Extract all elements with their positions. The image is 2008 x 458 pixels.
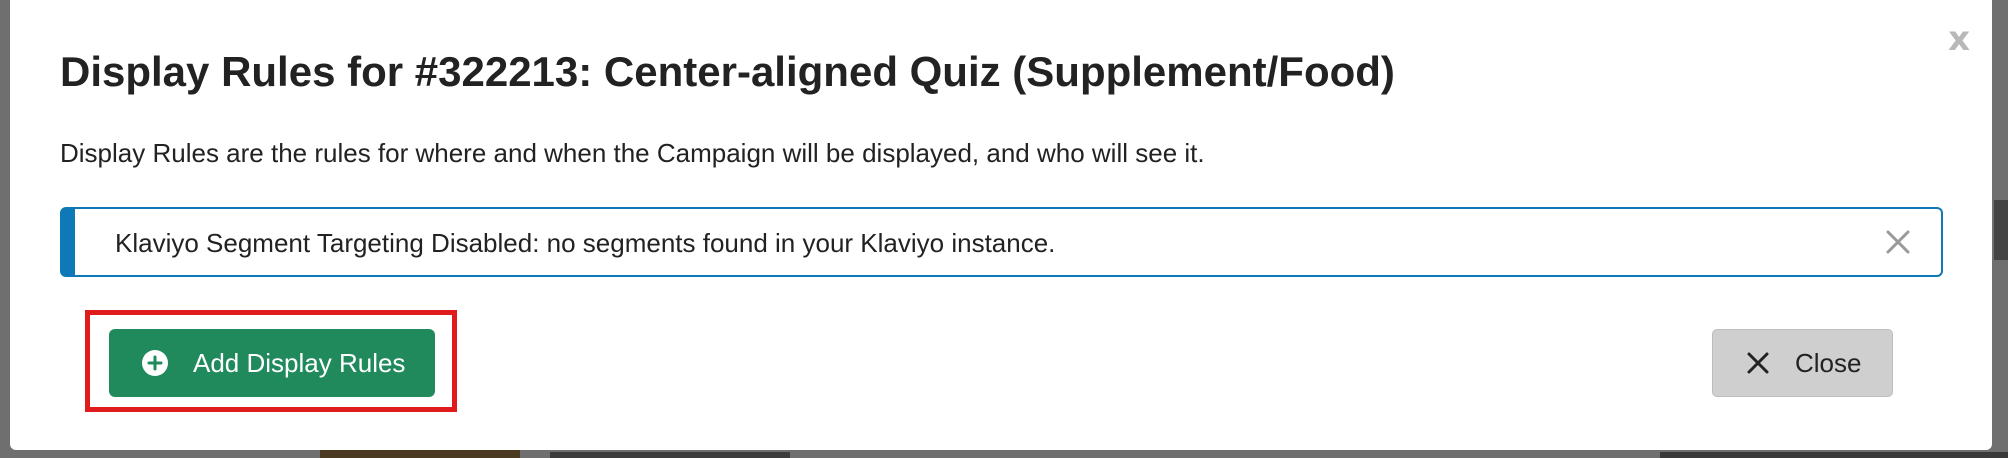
- close-icon[interactable]: [1883, 227, 1913, 257]
- close-button-label: Close: [1795, 347, 1862, 378]
- times-icon: [1747, 352, 1769, 374]
- background-text: [1994, 200, 2008, 260]
- modal-description: Display Rules are the rules for where an…: [60, 138, 1205, 168]
- modal-title: Display Rules for #322213: Center-aligne…: [60, 48, 1395, 95]
- plus-circle-icon: [141, 349, 169, 377]
- background-text: [1660, 452, 2008, 458]
- alert-message: Klaviyo Segment Targeting Disabled: no s…: [115, 228, 1056, 258]
- add-display-rules-label: Add Display Rules: [193, 347, 406, 378]
- background-text: [550, 452, 790, 458]
- close-button[interactable]: Close: [1712, 329, 1893, 397]
- klaviyo-alert: Klaviyo Segment Targeting Disabled: no s…: [60, 207, 1943, 277]
- add-display-rules-button[interactable]: Add Display Rules: [109, 329, 435, 397]
- modal-close-icon[interactable]: x: [1948, 22, 1970, 56]
- display-rules-modal: x Display Rules for #322213: Center-alig…: [10, 0, 1992, 450]
